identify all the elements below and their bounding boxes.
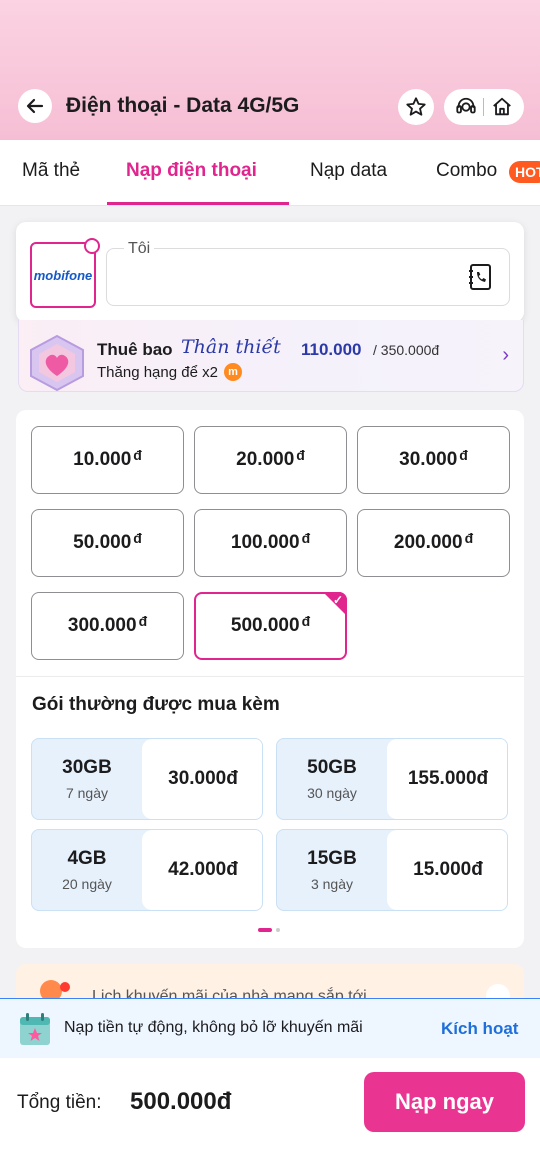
amount-option-selected[interactable]: 500.000 đ ✓ [194,592,347,660]
phone-input-card: mobifone [16,222,524,322]
loyalty-title: Thuê bao [97,340,173,359]
amount-currency: đ [301,530,311,546]
bundle-data: 50GB [307,757,357,778]
amount-option[interactable]: 50.000 đ [31,509,184,577]
coin-icon: m [224,363,242,381]
bundle-days: 30 ngày [307,785,357,801]
checkout-footer: Tổng tiền: 500.000đ Nạp ngay [0,1058,540,1168]
bundle-price: 15.000đ [387,830,507,910]
activate-link[interactable]: Kích hoạt [441,1019,518,1039]
autopay-text: Nạp tiền tự động, không bỏ lỡ khuyến mãi [64,1019,363,1036]
amount-currency: đ [133,530,142,546]
amount-currency: đ [301,613,311,629]
amount-card: 10.000 đ 20.000 đ 30.000 đ 50.000 đ 100.000 đ… [16,410,524,948]
total-value: 500.000đ [130,1088,232,1115]
amount-value: 50.000 [73,532,132,553]
amount-option[interactable]: 10.000 đ [31,426,184,494]
amount-value: 100.000 [230,532,300,553]
check-icon: ✓ [332,593,343,607]
bundle-days: 3 ngày [310,876,354,892]
amount-currency: đ [296,447,305,463]
bundle-data: 15GB [307,848,357,869]
tab-nap-data[interactable]: Nạp data [310,160,387,182]
switch-carrier-icon [84,238,100,254]
back-button[interactable] [18,89,52,123]
bundle-days: 20 ngày [62,876,112,892]
bundle-data: 4GB [67,848,107,869]
carrier-logo[interactable]: mobifone [30,238,100,308]
favorite-button[interactable] [398,89,434,125]
bundle-data: 30GB [62,757,112,778]
amount-value: 300.000 [67,615,137,636]
amount-value: 200.000 [393,532,463,553]
calendar-icon [20,1013,50,1045]
bundle-card[interactable]: 15GB 3 ngày 15.000đ [276,829,508,911]
carousel-dot-active [258,928,272,932]
amount-currency: đ [459,447,468,463]
amount-option[interactable]: 20.000 đ [194,426,347,494]
amount-value: 500.000 [230,615,300,636]
amount-option[interactable]: 30.000 đ [357,426,510,494]
notification-dot [60,982,70,992]
pay-now-button[interactable]: Nạp ngay [364,1072,525,1132]
amount-currency: đ [464,530,474,546]
loyalty-banner[interactable]: Thuê bao Thân thiết 110.000 / 350.000đ T… [18,320,524,392]
amount-value: 30.000 [399,449,458,470]
amount-value: 10.000 [73,449,132,470]
loyalty-points: 110.000 [301,340,362,359]
amount-currency: đ [133,447,142,463]
tab-ma-the[interactable]: Mã thẻ [22,160,80,182]
loyalty-target: / 350.000đ [373,342,440,358]
autopay-bar: Nạp tiền tự động, không bỏ lỡ khuyến mãi… [0,998,540,1058]
divider [483,98,485,116]
star-icon [406,97,426,116]
carrier-logo-text: mobifone [33,267,93,283]
chevron-right-icon: › [502,344,509,366]
loyalty-badge-icon [30,334,84,392]
bundle-price: 155.000đ [387,739,507,819]
tab-combo[interactable]: Combo [436,160,497,182]
header-actions [444,89,524,125]
total-label: Tổng tiền: [17,1092,102,1113]
amount-value: 20.000 [236,449,295,470]
active-tab-indicator [107,202,289,205]
bundle-price: 30.000đ [142,739,262,819]
bundle-price: 42.000đ [142,830,262,910]
amount-currency: đ [138,613,148,629]
amount-option[interactable]: 100.000 đ [194,509,347,577]
amount-option[interactable]: 200.000 đ [357,509,510,577]
bundle-days: 7 ngày [65,785,109,801]
phone-field-label: Tôi [124,240,155,258]
phone-number-field[interactable] [106,248,510,306]
section-divider [16,676,524,677]
bundle-card[interactable]: 50GB 30 ngày 155.000đ [276,738,508,820]
support-agent-icon[interactable] [455,96,477,118]
contacts-book-icon[interactable] [467,263,493,291]
app-header: Điện thoại - Data 4G/5G [0,0,540,140]
hot-badge: HOT [509,161,540,183]
amount-option[interactable]: 300.000 đ [31,592,184,660]
tab-nap-dien-thoai[interactable]: Nạp điện thoại [126,160,257,182]
carousel-dot[interactable] [276,928,280,932]
loyalty-subtitle: Thăng hạng để x2 [97,364,218,381]
bundle-card[interactable]: 4GB 20 ngày 42.000đ [31,829,263,911]
bundle-heading: Gói thường được mua kèm [32,694,280,715]
tab-bar: Mã thẻ Nạp điện thoại Nạp data Combo [0,140,540,206]
page-title: Điện thoại - Data 4G/5G [66,94,300,117]
bundle-card[interactable]: 30GB 7 ngày 30.000đ [31,738,263,820]
loyalty-tier: Thân thiết [181,336,281,358]
back-arrow-icon [26,98,44,114]
home-icon[interactable] [491,96,513,118]
